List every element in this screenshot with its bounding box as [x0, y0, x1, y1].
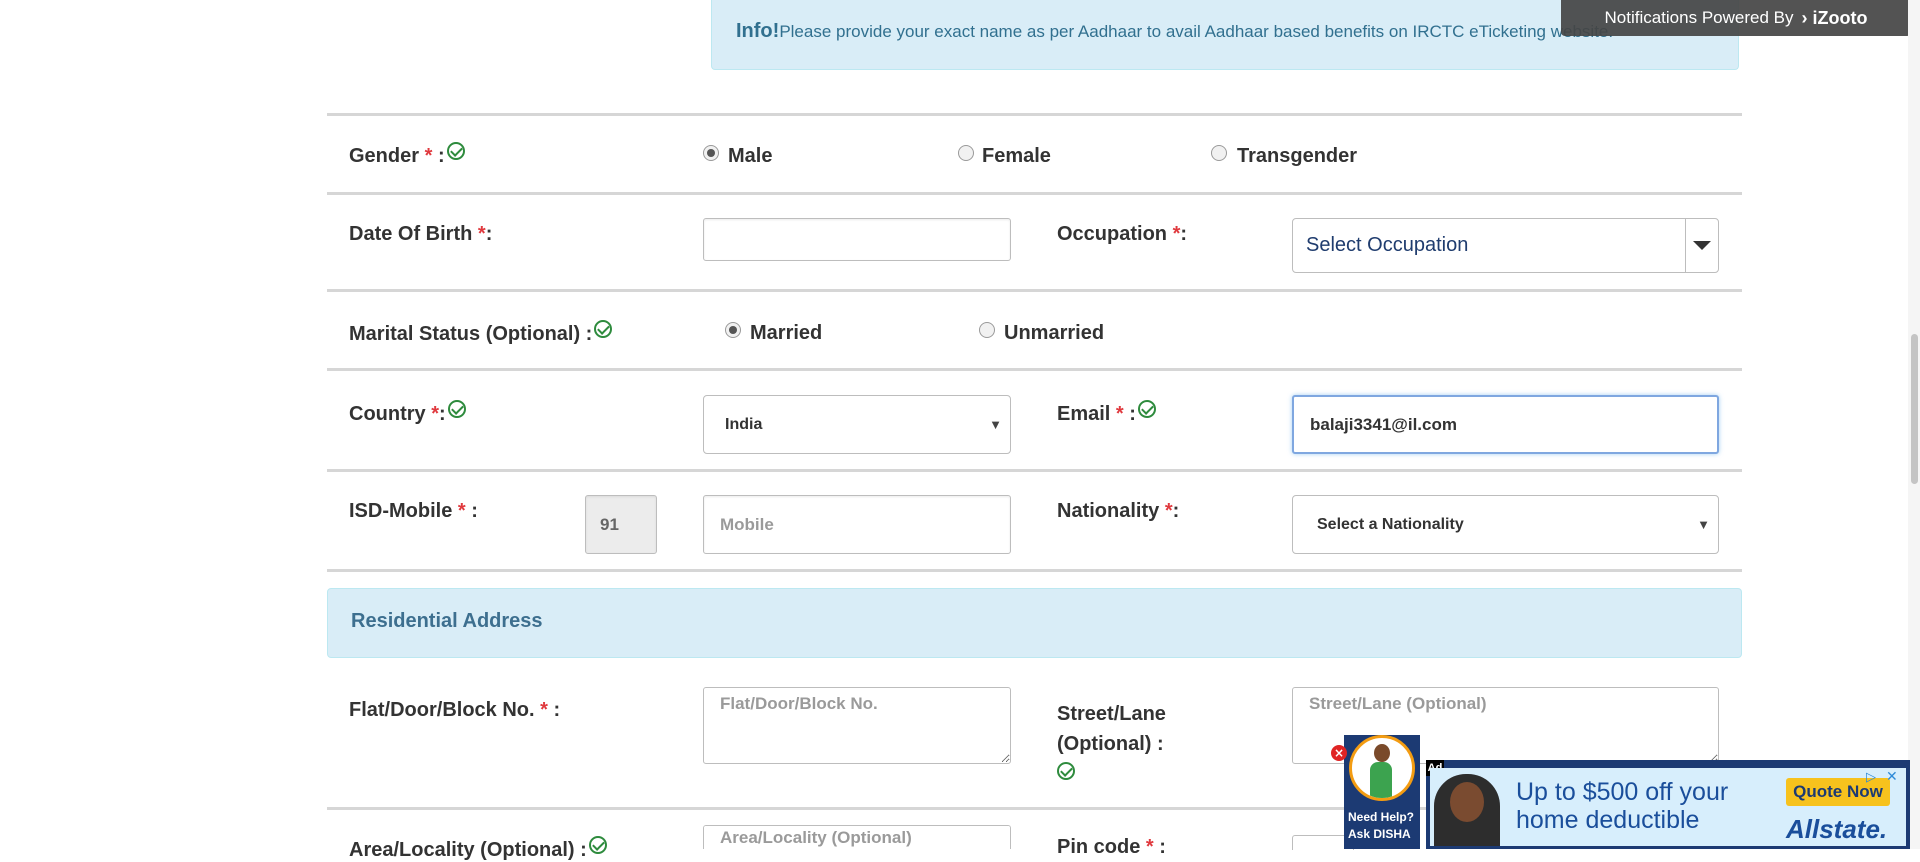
street-label: Street/Lane (Optional) :	[1057, 699, 1166, 791]
disha-avatar	[1349, 735, 1415, 801]
ad-person-image	[1434, 774, 1500, 846]
marital-radio-unmarried[interactable]	[979, 322, 995, 338]
nationality-select[interactable]: Select a Nationality ▼	[1292, 495, 1719, 554]
isd-code-input[interactable]	[585, 495, 657, 554]
divider	[327, 368, 1742, 371]
izooto-logo: › iZooto	[1801, 7, 1868, 28]
residential-address-panel: Residential Address	[327, 588, 1742, 658]
info-label: Info!	[736, 20, 780, 42]
nationality-label: Nationality *:	[1057, 500, 1180, 522]
ad-content: Up to $500 off your home deductible Quot…	[1430, 768, 1906, 846]
check-circle-icon	[446, 142, 465, 160]
marital-label: Marital Status (Optional) :	[349, 320, 613, 346]
gender-radio-transgender[interactable]	[1211, 145, 1227, 161]
country-label: Country *:	[349, 400, 466, 426]
pincode-label: Pin code * :	[1057, 836, 1166, 858]
marital-radio-married[interactable]	[725, 322, 741, 338]
nationality-selected: Select a Nationality	[1317, 515, 1464, 533]
gender-option-female[interactable]: Female	[982, 145, 1051, 168]
country-select[interactable]: India ▼	[703, 395, 1011, 454]
check-circle-icon	[594, 320, 613, 338]
adchoices-icon[interactable]: ▷	[1866, 770, 1880, 784]
flat-input[interactable]	[703, 687, 1011, 764]
disha-text: Need Help? Ask DISHA	[1348, 810, 1415, 841]
occupation-select[interactable]: Select Occupation	[1292, 218, 1719, 273]
divider	[327, 113, 1742, 116]
check-circle-icon	[447, 400, 466, 418]
disha-close-icon[interactable]: ×	[1331, 745, 1347, 761]
divider	[327, 569, 1742, 572]
email-label: Email * :	[1057, 400, 1156, 426]
residential-address-heading: Residential Address	[351, 610, 543, 632]
occupation-label: Occupation *:	[1057, 223, 1188, 245]
mobile-input[interactable]	[703, 495, 1011, 554]
notification-badge[interactable]: Notifications Powered By › iZooto	[1561, 0, 1911, 36]
occupation-dropdown-toggle[interactable]	[1685, 219, 1718, 272]
scrollbar-thumb[interactable]	[1911, 334, 1918, 484]
allstate-logo: Allstate.	[1786, 814, 1888, 844]
flat-label: Flat/Door/Block No. * :	[349, 699, 561, 721]
check-circle-icon	[1057, 762, 1075, 780]
marital-option-unmarried[interactable]: Unmarried	[1004, 322, 1104, 345]
caret-down-icon: ▼	[989, 417, 1002, 432]
ad-banner[interactable]: Ad Up to $500 off your home deductible Q…	[1426, 760, 1910, 849]
gender-label: Gender * :	[349, 142, 465, 168]
occupation-selected: Select Occupation	[1306, 234, 1469, 256]
gender-option-transgender[interactable]: Transgender	[1237, 145, 1357, 168]
area-label: Area/Locality (Optional) :	[349, 836, 607, 862]
area-input[interactable]	[703, 825, 1011, 849]
disha-help-widget[interactable]: × Need Help? Ask DISHA	[1331, 735, 1420, 849]
notification-text: Notifications Powered By	[1604, 8, 1794, 27]
ad-headline: Up to $500 off your home deductible	[1516, 778, 1729, 834]
divider	[327, 469, 1742, 472]
close-icon[interactable]: ✕	[1886, 770, 1900, 784]
gender-option-male[interactable]: Male	[728, 145, 772, 168]
divider	[327, 289, 1742, 292]
dob-label: Date Of Birth *:	[349, 223, 493, 245]
check-circle-icon	[1137, 400, 1156, 418]
gender-radio-male[interactable]	[703, 145, 719, 161]
check-circle-icon	[588, 836, 607, 854]
divider	[327, 192, 1742, 195]
page-scrollbar[interactable]	[1908, 0, 1920, 849]
isd-mobile-label: ISD-Mobile * :	[349, 500, 478, 522]
gender-radio-female[interactable]	[958, 145, 974, 161]
caret-down-icon: ▼	[1697, 517, 1710, 532]
email-input[interactable]	[1292, 395, 1719, 454]
caret-down-icon	[1693, 241, 1711, 250]
marital-option-married[interactable]: Married	[750, 322, 822, 345]
country-selected: India	[725, 415, 763, 433]
chevron-right-icon: ›	[1801, 7, 1808, 28]
info-text: Please provide your exact name as per Aa…	[779, 22, 1614, 41]
dob-input[interactable]	[703, 218, 1011, 261]
